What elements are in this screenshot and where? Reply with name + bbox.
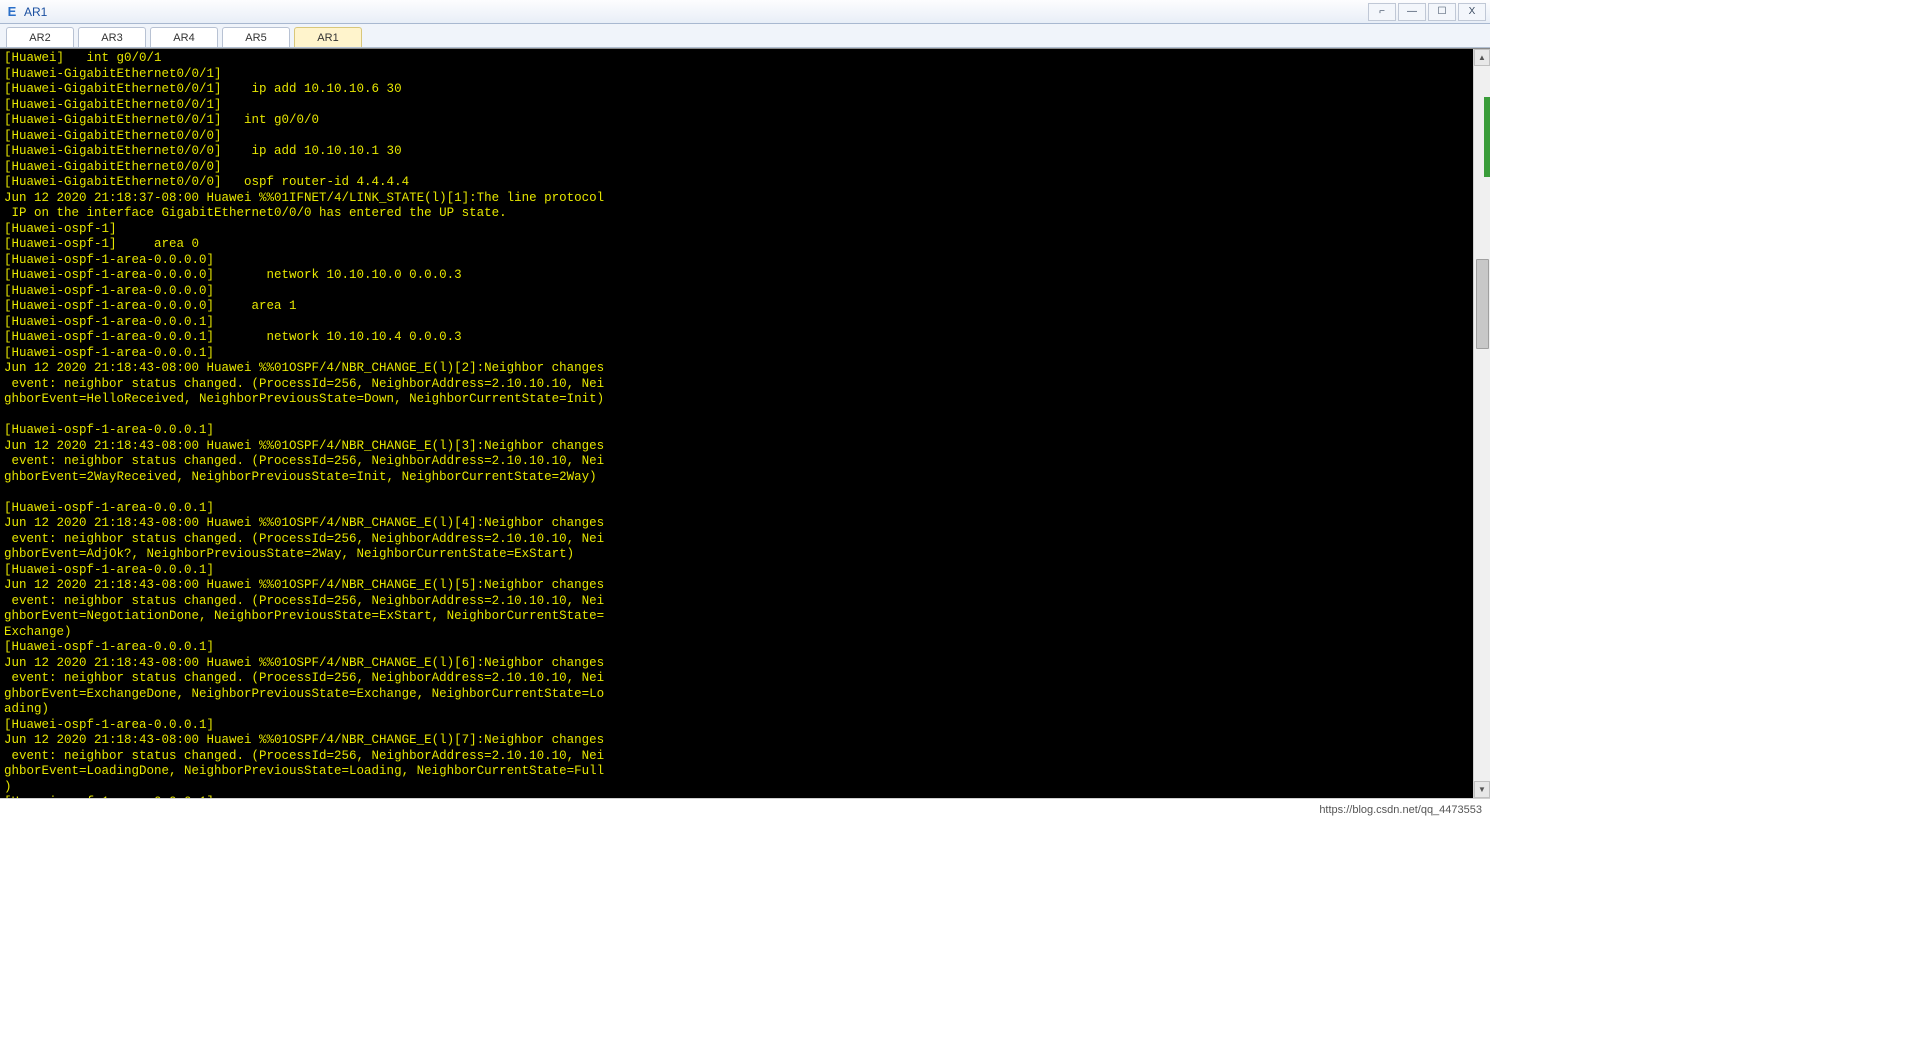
tabbar: AR2AR3AR4AR5AR1 (0, 24, 1490, 48)
scroll-thumb[interactable] (1476, 259, 1489, 349)
activity-indicator (1484, 97, 1490, 177)
extra-button[interactable]: ⌐ (1368, 3, 1396, 21)
window-title: AR1 (24, 5, 1366, 19)
app-icon: E (4, 4, 20, 20)
titlebar: E AR1 ⌐ — ☐ X (0, 0, 1490, 24)
tab-ar5[interactable]: AR5 (222, 27, 290, 47)
console-area: [Huawei] int g0/0/1 [Huawei-GigabitEther… (0, 48, 1490, 798)
close-button[interactable]: X (1458, 3, 1486, 21)
tab-ar4[interactable]: AR4 (150, 27, 218, 47)
statusbar: https://blog.csdn.net/qq_4473553 (0, 798, 1490, 820)
tab-ar3[interactable]: AR3 (78, 27, 146, 47)
window-controls: ⌐ — ☐ X (1366, 3, 1486, 21)
tab-ar1[interactable]: AR1 (294, 27, 362, 47)
scroll-down-button[interactable]: ▼ (1474, 781, 1490, 798)
tab-ar2[interactable]: AR2 (6, 27, 74, 47)
minimize-button[interactable]: — (1398, 3, 1426, 21)
status-url: https://blog.csdn.net/qq_4473553 (1319, 804, 1482, 816)
maximize-button[interactable]: ☐ (1428, 3, 1456, 21)
scroll-up-button[interactable]: ▲ (1474, 49, 1490, 66)
console-output[interactable]: [Huawei] int g0/0/1 [Huawei-GigabitEther… (0, 49, 1490, 798)
